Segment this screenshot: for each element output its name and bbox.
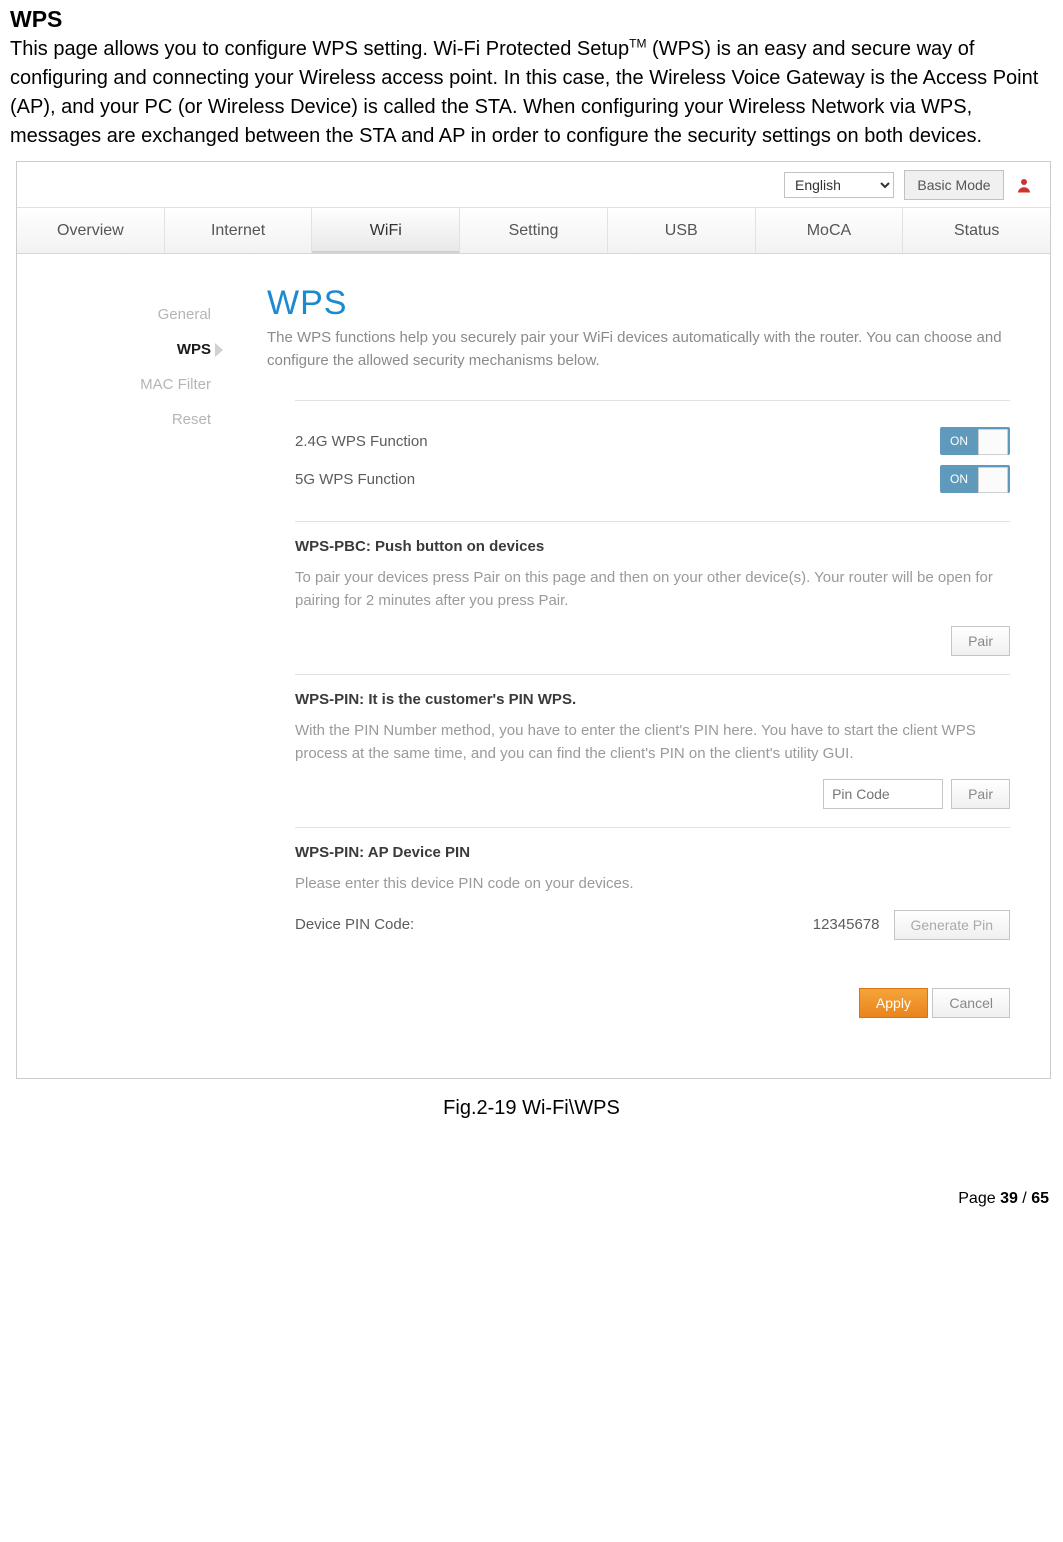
sidebar: General WPS MAC Filter Reset — [17, 254, 227, 1078]
wps-5g-row: 5G WPS Function ON — [295, 465, 1010, 493]
nav-usb[interactable]: USB — [608, 208, 756, 253]
wps-client-pin-desc: With the PIN Number method, you have to … — [295, 720, 1010, 765]
page-sep: / — [1018, 1190, 1031, 1207]
doc-section-title: WPS — [10, 6, 1053, 33]
router-admin-screenshot: English Basic Mode Overview Internet WiF… — [16, 161, 1051, 1079]
generate-pin-button[interactable]: Generate Pin — [894, 910, 1011, 940]
page-label: Page — [958, 1190, 1000, 1207]
nav-internet[interactable]: Internet — [165, 208, 313, 253]
cancel-button[interactable]: Cancel — [932, 988, 1010, 1018]
device-pin-label: Device PIN Code: — [295, 916, 414, 933]
basic-mode-button[interactable]: Basic Mode — [904, 170, 1004, 200]
wps-toggle-section: 2.4G WPS Function ON 5G WPS Function ON — [295, 400, 1010, 521]
sidebar-item-mac-filter[interactable]: MAC Filter — [17, 376, 211, 393]
sidebar-item-general[interactable]: General — [17, 306, 211, 323]
wps-ap-pin-section: WPS-PIN: AP Device PIN Please enter this… — [295, 827, 1010, 968]
wps-24g-toggle[interactable]: ON — [940, 427, 1010, 455]
doc-paragraph: This page allows you to configure WPS se… — [10, 35, 1053, 151]
wps-24g-row: 2.4G WPS Function ON — [295, 427, 1010, 455]
sidebar-item-reset[interactable]: Reset — [17, 411, 211, 428]
top-bar: English Basic Mode — [17, 162, 1050, 208]
main-nav: Overview Internet WiFi Setting USB MoCA … — [17, 208, 1050, 254]
page-total: 65 — [1031, 1190, 1049, 1207]
device-pin-value: 12345678 — [813, 916, 880, 933]
nav-wifi[interactable]: WiFi — [312, 208, 460, 253]
nav-moca[interactable]: MoCA — [756, 208, 904, 253]
content-area: WPS The WPS functions help you securely … — [227, 254, 1050, 1078]
wps-5g-label: 5G WPS Function — [295, 471, 415, 488]
nav-setting[interactable]: Setting — [460, 208, 608, 253]
wps-pbc-desc: To pair your devices press Pair on this … — [295, 567, 1010, 612]
nav-status[interactable]: Status — [903, 208, 1050, 253]
device-pin-row: Device PIN Code: 12345678 Generate Pin — [295, 910, 1010, 940]
footer-actions: Apply Cancel — [295, 988, 1010, 1018]
trademark-superscript: TM — [629, 36, 646, 50]
page-subtitle: The WPS functions help you securely pair… — [267, 327, 1010, 372]
pbc-pair-button[interactable]: Pair — [951, 626, 1010, 656]
body-area: General WPS MAC Filter Reset WPS The WPS… — [17, 254, 1050, 1078]
wps-24g-label: 2.4G WPS Function — [295, 433, 428, 450]
client-pin-input[interactable] — [823, 779, 943, 809]
wps-client-pin-title: WPS-PIN: It is the customer's PIN WPS. — [295, 691, 1010, 708]
page-footer: Page 39 / 65 — [0, 1190, 1063, 1216]
apply-button[interactable]: Apply — [859, 988, 928, 1018]
wps-pbc-section: WPS-PBC: Push button on devices To pair … — [295, 521, 1010, 674]
page-title: WPS — [267, 284, 1010, 323]
wps-ap-pin-desc: Please enter this device PIN code on you… — [295, 873, 1010, 896]
language-select[interactable]: English — [784, 172, 894, 198]
figure-caption: Fig.2-19 Wi-Fi\WPS — [10, 1097, 1053, 1120]
nav-overview[interactable]: Overview — [17, 208, 165, 253]
wps-pbc-title: WPS-PBC: Push button on devices — [295, 538, 1010, 555]
user-icon[interactable] — [1014, 175, 1034, 195]
page-current: 39 — [1000, 1190, 1018, 1207]
sidebar-item-wps[interactable]: WPS — [17, 341, 211, 358]
wps-client-pin-section: WPS-PIN: It is the customer's PIN WPS. W… — [295, 674, 1010, 827]
client-pin-pair-button[interactable]: Pair — [951, 779, 1010, 809]
doc-para-text-1: This page allows you to configure WPS se… — [10, 38, 629, 60]
wps-ap-pin-title: WPS-PIN: AP Device PIN — [295, 844, 1010, 861]
wps-5g-toggle[interactable]: ON — [940, 465, 1010, 493]
